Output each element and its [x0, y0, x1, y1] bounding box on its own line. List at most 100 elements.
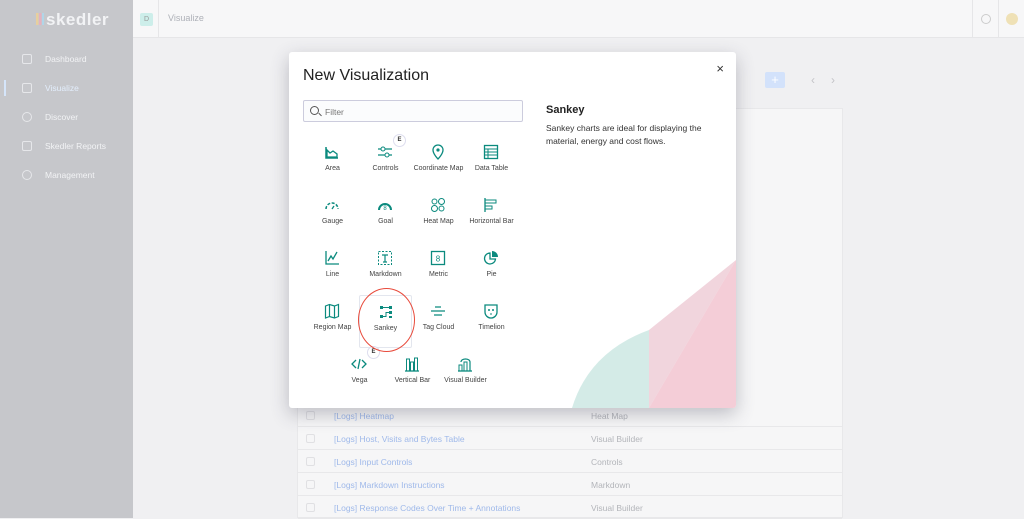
table-row[interactable]: [Logs] Host, Visits and Bytes Table Visua…: [298, 427, 842, 450]
avatar: [1006, 13, 1018, 25]
sidebar-item-label: Skedler Reports: [45, 141, 106, 151]
vis-type-area[interactable]: Area: [306, 136, 359, 189]
sidebar-item-discover[interactable]: Discover: [0, 107, 133, 127]
row-checkbox[interactable]: [306, 457, 315, 466]
vis-type-label: Heat Map: [423, 218, 454, 225]
horizontal-bar-icon: [484, 198, 497, 212]
new-visualization-modal: New Visualization × Filter Sankey Sankey…: [289, 52, 736, 408]
row-title-link[interactable]: [Logs] Response Codes Over Time + Annota…: [334, 503, 520, 513]
pie-chart-icon: [483, 251, 498, 265]
goal-icon: 8: [378, 203, 392, 212]
create-visualization-button[interactable]: +: [765, 72, 785, 88]
help-button[interactable]: [972, 0, 998, 38]
vis-type-vertical-bar[interactable]: Vertical Bar: [386, 348, 439, 401]
sidebar-item-dashboard[interactable]: Dashboard: [0, 49, 133, 69]
row-type: Controls: [591, 457, 623, 467]
sidebar-item-label: Dashboard: [45, 54, 87, 64]
sidebar-item-skedler-reports[interactable]: Skedler Reports: [0, 136, 133, 156]
sliders-icon: [378, 146, 392, 158]
filter-placeholder: Filter: [325, 107, 344, 117]
line-chart-icon: [325, 251, 339, 265]
metric-icon: 8: [430, 250, 446, 266]
help-icon: [981, 14, 991, 24]
vis-type-vega[interactable]: Vega E: [333, 346, 386, 401]
row-checkbox[interactable]: [306, 480, 315, 489]
vis-type-goal[interactable]: 8 Goal: [359, 189, 412, 242]
visual-builder-icon: [458, 358, 472, 372]
header: D Visualize: [133, 0, 1024, 38]
divider: [158, 0, 159, 38]
row-title-link[interactable]: [Logs] Host, Visits and Bytes Table: [334, 434, 465, 444]
breadcrumb[interactable]: Visualize: [168, 13, 204, 23]
area-chart-icon: [325, 147, 338, 159]
vis-type-label: Goal: [378, 218, 393, 225]
heatmap-icon: [431, 198, 445, 212]
vis-type-label: Horizontal Bar: [469, 218, 514, 225]
table-row[interactable]: [Logs] Response Codes Over Time + Annota…: [298, 496, 842, 519]
vis-type-label: Pie: [486, 271, 497, 278]
logo: skedler: [36, 10, 109, 30]
vis-type-label: Timelion: [478, 324, 505, 331]
vis-type-label: Region Map: [313, 324, 352, 331]
row-checkbox[interactable]: [306, 411, 315, 420]
vis-type-label: Vega: [351, 377, 368, 384]
row-title-link[interactable]: [Logs] Markdown Instructions: [334, 480, 445, 490]
row-checkbox[interactable]: [306, 503, 315, 512]
vis-type-visual-builder[interactable]: Visual Builder: [439, 348, 492, 401]
sidebar-item-visualize[interactable]: Visualize: [0, 78, 133, 98]
selected-type-title: Sankey: [546, 104, 585, 116]
vis-type-pie[interactable]: Pie: [465, 242, 518, 295]
vis-type-heat-map[interactable]: Heat Map: [412, 189, 465, 242]
vis-type-line[interactable]: Line: [306, 242, 359, 295]
vis-type-label: Data Table: [474, 165, 509, 172]
filter-input[interactable]: Filter: [303, 100, 523, 122]
table-row[interactable]: [Logs] Markdown Instructions Markdown: [298, 473, 842, 496]
code-icon: [351, 358, 367, 370]
highlight-circle: [358, 288, 415, 352]
vis-type-data-table[interactable]: Data Table: [465, 136, 518, 189]
vis-type-label: Gauge: [321, 218, 344, 225]
prev-page-button[interactable]: ‹: [811, 73, 815, 87]
next-page-button[interactable]: ›: [831, 73, 835, 87]
sidebar: skedler Dashboard Visualize Discover Ske…: [0, 0, 133, 518]
vis-type-controls[interactable]: Controls E: [359, 134, 412, 189]
svg-text:8: 8: [436, 255, 441, 264]
row-type: Markdown: [591, 480, 631, 490]
row-title-link[interactable]: [Logs] Input Controls: [334, 457, 412, 467]
vis-type-gauge[interactable]: Gauge: [306, 189, 359, 242]
vis-type-tag-cloud[interactable]: Tag Cloud: [412, 295, 465, 348]
vis-type-label: Line: [325, 271, 340, 278]
space-badge[interactable]: D: [140, 13, 153, 26]
vis-type-label: Controls: [372, 165, 399, 172]
svg-text:8: 8: [383, 206, 387, 212]
tag-cloud-icon: [431, 306, 445, 316]
timelion-icon: [484, 304, 498, 319]
markdown-icon: [378, 251, 392, 265]
vis-type-label: Markdown: [369, 271, 402, 278]
row-type: Visual Builder: [591, 503, 643, 513]
vis-type-label: Vertical Bar: [394, 377, 431, 384]
experimental-badge: E: [393, 134, 406, 147]
user-avatar-button[interactable]: [998, 0, 1024, 38]
vis-type-coordinate-map[interactable]: Coordinate Map: [412, 136, 465, 189]
sidebar-item-label: Visualize: [45, 83, 79, 93]
vis-type-timelion[interactable]: Timelion: [465, 295, 518, 348]
vis-type-region-map[interactable]: Region Map: [306, 295, 359, 348]
logo-text: skedler: [46, 10, 110, 29]
map-pin-icon: [432, 144, 444, 160]
compass-icon: [22, 112, 32, 122]
row-checkbox[interactable]: [306, 434, 315, 443]
row-title-link[interactable]: [Logs] Heatmap: [334, 411, 394, 421]
dashboard-icon: [22, 54, 32, 64]
visualize-icon: [22, 83, 32, 93]
vis-type-horizontal-bar[interactable]: Horizontal Bar: [465, 189, 518, 242]
row-type: Heat Map: [591, 411, 628, 421]
vis-type-metric[interactable]: 8 Metric: [412, 242, 465, 295]
close-icon[interactable]: ×: [716, 61, 724, 76]
sidebar-item-label: Management: [45, 170, 95, 180]
table-icon: [483, 144, 499, 160]
selected-type-description: Sankey charts are ideal for displaying t…: [546, 123, 702, 146]
search-icon: [310, 106, 319, 115]
table-row[interactable]: [Logs] Input Controls Controls: [298, 450, 842, 473]
sidebar-item-management[interactable]: Management: [0, 165, 133, 185]
